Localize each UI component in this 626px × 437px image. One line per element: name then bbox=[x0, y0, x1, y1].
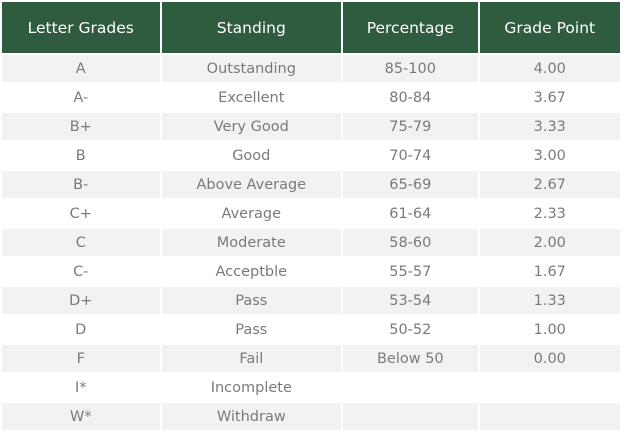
cell-standing: Acceptble bbox=[161, 258, 342, 285]
cell-letter-grade: I* bbox=[2, 374, 160, 401]
table-body: A Outstanding 85-100 4.00 A- Excellent 8… bbox=[2, 55, 620, 430]
cell-grade-point bbox=[479, 374, 620, 401]
cell-percentage: 85-100 bbox=[343, 55, 478, 82]
cell-letter-grade: C- bbox=[2, 258, 160, 285]
header-standing: Standing bbox=[161, 2, 342, 53]
cell-percentage: 70-74 bbox=[343, 142, 478, 169]
table-row: B+ Very Good 75-79 3.33 bbox=[2, 113, 620, 140]
cell-standing: Moderate bbox=[161, 229, 342, 256]
table-row: D+ Pass 53-54 1.33 bbox=[2, 287, 620, 314]
table-row: A Outstanding 85-100 4.00 bbox=[2, 55, 620, 82]
cell-standing: Pass bbox=[161, 316, 342, 343]
cell-standing: Above Average bbox=[161, 171, 342, 198]
cell-standing: Very Good bbox=[161, 113, 342, 140]
cell-percentage: 65-69 bbox=[343, 171, 478, 198]
table-row: C Moderate 58-60 2.00 bbox=[2, 229, 620, 256]
cell-standing: Incomplete bbox=[161, 374, 342, 401]
cell-standing: Fail bbox=[161, 345, 342, 372]
cell-grade-point: 2.67 bbox=[479, 171, 620, 198]
cell-grade-point: 0.00 bbox=[479, 345, 620, 372]
cell-grade-point bbox=[479, 403, 620, 430]
cell-percentage: 80-84 bbox=[343, 84, 478, 111]
header-letter-grades: Letter Grades bbox=[2, 2, 160, 53]
cell-standing: Average bbox=[161, 200, 342, 227]
table-row: D Pass 50-52 1.00 bbox=[2, 316, 620, 343]
cell-letter-grade: B- bbox=[2, 171, 160, 198]
cell-grade-point: 2.33 bbox=[479, 200, 620, 227]
cell-grade-point: 3.33 bbox=[479, 113, 620, 140]
cell-standing: Pass bbox=[161, 287, 342, 314]
cell-percentage: 58-60 bbox=[343, 229, 478, 256]
cell-letter-grade: A- bbox=[2, 84, 160, 111]
cell-percentage: 75-79 bbox=[343, 113, 478, 140]
cell-grade-point: 1.00 bbox=[479, 316, 620, 343]
cell-letter-grade: B bbox=[2, 142, 160, 169]
cell-percentage: 55-57 bbox=[343, 258, 478, 285]
cell-grade-point: 2.00 bbox=[479, 229, 620, 256]
table-header: Letter Grades Standing Percentage Grade … bbox=[2, 2, 620, 53]
table-row: F Fail Below 50 0.00 bbox=[2, 345, 620, 372]
cell-grade-point: 3.00 bbox=[479, 142, 620, 169]
cell-standing: Withdraw bbox=[161, 403, 342, 430]
cell-letter-grade: A bbox=[2, 55, 160, 82]
table-row: B Good 70-74 3.00 bbox=[2, 142, 620, 169]
cell-grade-point: 1.33 bbox=[479, 287, 620, 314]
cell-letter-grade: C bbox=[2, 229, 160, 256]
header-grade-point: Grade Point bbox=[479, 2, 620, 53]
cell-percentage: 61-64 bbox=[343, 200, 478, 227]
cell-percentage: 50-52 bbox=[343, 316, 478, 343]
table-row: W* Withdraw bbox=[2, 403, 620, 430]
cell-standing: Excellent bbox=[161, 84, 342, 111]
cell-letter-grade: W* bbox=[2, 403, 160, 430]
table-row: C+ Average 61-64 2.33 bbox=[2, 200, 620, 227]
table-row: C- Acceptble 55-57 1.67 bbox=[2, 258, 620, 285]
cell-percentage bbox=[343, 403, 478, 430]
table-row: A- Excellent 80-84 3.67 bbox=[2, 84, 620, 111]
grade-scale-table: Letter Grades Standing Percentage Grade … bbox=[0, 0, 622, 432]
cell-percentage: 53-54 bbox=[343, 287, 478, 314]
cell-percentage bbox=[343, 374, 478, 401]
cell-percentage: Below 50 bbox=[343, 345, 478, 372]
header-row: Letter Grades Standing Percentage Grade … bbox=[2, 2, 620, 53]
cell-standing: Outstanding bbox=[161, 55, 342, 82]
cell-letter-grade: C+ bbox=[2, 200, 160, 227]
table-row: B- Above Average 65-69 2.67 bbox=[2, 171, 620, 198]
cell-letter-grade: D bbox=[2, 316, 160, 343]
table-row: I* Incomplete bbox=[2, 374, 620, 401]
cell-grade-point: 3.67 bbox=[479, 84, 620, 111]
header-percentage: Percentage bbox=[343, 2, 478, 53]
cell-grade-point: 1.67 bbox=[479, 258, 620, 285]
cell-letter-grade: D+ bbox=[2, 287, 160, 314]
cell-letter-grade: F bbox=[2, 345, 160, 372]
cell-letter-grade: B+ bbox=[2, 113, 160, 140]
cell-standing: Good bbox=[161, 142, 342, 169]
cell-grade-point: 4.00 bbox=[479, 55, 620, 82]
